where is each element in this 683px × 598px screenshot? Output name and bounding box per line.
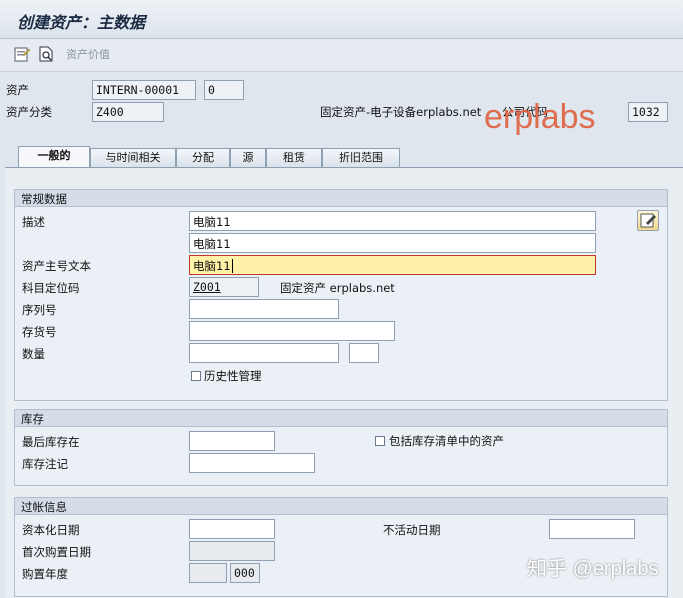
serial-number-field[interactable]	[189, 299, 339, 319]
last-inventory-label: 最后库存在	[22, 435, 80, 449]
group-title: 过帐信息	[15, 498, 667, 515]
main-number-text-value: 电脑11	[193, 259, 231, 273]
account-determination-description: 固定资产 erplabs.net	[280, 281, 395, 295]
capitalization-date-label: 资本化日期	[22, 523, 80, 537]
tab-origin[interactable]: 源	[230, 148, 266, 167]
asset-class-field[interactable]: Z400	[92, 102, 164, 122]
tab-allocations[interactable]: 分配	[176, 148, 230, 167]
last-inventory-field[interactable]	[189, 431, 275, 451]
inventory-group: 库存	[14, 409, 668, 486]
history-checkbox[interactable]	[191, 371, 201, 381]
inventory-note-field[interactable]	[189, 453, 315, 473]
company-code-field[interactable]: 1032	[628, 102, 668, 122]
title-bar: 创建资产：主数据	[0, 0, 683, 39]
watermark-erplabs: erplabs	[484, 98, 596, 136]
posting-info-group: 过帐信息	[14, 497, 668, 597]
asset-label: 资产	[6, 83, 29, 97]
inventory-note-label: 库存注记	[22, 457, 68, 471]
acquisition-year-label: 购置年度	[22, 567, 68, 581]
text-cursor	[231, 259, 233, 273]
main-number-text-label: 资产主号文本	[22, 259, 91, 273]
deactivation-date-field[interactable]	[549, 519, 635, 539]
asset-number-field[interactable]: INTERN-00001	[92, 80, 196, 100]
capitalization-date-field[interactable]	[189, 519, 275, 539]
tab-time-dependent[interactable]: 与时间相关	[90, 148, 176, 167]
asset-class-description: 固定资产-电子设备erplabs.net	[320, 105, 482, 119]
inventory-number-label: 存货号	[22, 325, 57, 339]
group-title: 常规数据	[15, 190, 667, 207]
deactivation-date-label: 不活动日期	[383, 523, 441, 537]
acquisition-year-field[interactable]	[189, 563, 227, 583]
quantity-field[interactable]	[189, 343, 339, 363]
include-in-inventory-label: 包括库存清单中的资产	[389, 434, 504, 448]
tab-leasing[interactable]: 租赁	[266, 148, 322, 167]
tab-general[interactable]: 一般的	[18, 146, 90, 168]
main-number-text-field[interactable]: 电脑11	[189, 255, 596, 275]
window-title: 创建资产：主数据	[17, 13, 146, 32]
first-acquisition-date-field[interactable]	[189, 541, 275, 561]
first-acquisition-date-label: 首次购置日期	[22, 545, 91, 559]
asset-value-button[interactable]: 资产价值	[66, 46, 110, 62]
description-label: 描述	[22, 215, 45, 229]
inventory-number-field[interactable]	[189, 321, 395, 341]
watermark-zhihu: 知乎 @erplabs	[527, 558, 659, 580]
unit-field[interactable]	[349, 343, 379, 363]
group-title: 库存	[15, 410, 667, 427]
history-label: 历史性管理	[204, 369, 262, 383]
account-determination-field[interactable]: Z001	[189, 277, 259, 297]
tab-depreciation-areas[interactable]: 折旧范围	[322, 148, 400, 167]
long-text-edit-button[interactable]	[637, 210, 659, 231]
account-determination-label: 科目定位码	[22, 281, 80, 295]
description-field-1[interactable]: 电脑11	[189, 211, 596, 231]
asset-subnumber-field[interactable]: 0	[204, 80, 244, 100]
pencil-icon	[640, 213, 656, 228]
document-icon[interactable]	[38, 46, 54, 62]
display-change-icon[interactable]	[14, 46, 30, 62]
asset-class-label: 资产分类	[6, 105, 52, 119]
include-in-inventory-checkbox[interactable]	[375, 436, 385, 446]
acquisition-period-field[interactable]: 000	[230, 563, 260, 583]
description-field-2[interactable]: 电脑11	[189, 233, 596, 253]
quantity-label: 数量	[22, 347, 45, 361]
serial-number-label: 序列号	[22, 303, 57, 317]
